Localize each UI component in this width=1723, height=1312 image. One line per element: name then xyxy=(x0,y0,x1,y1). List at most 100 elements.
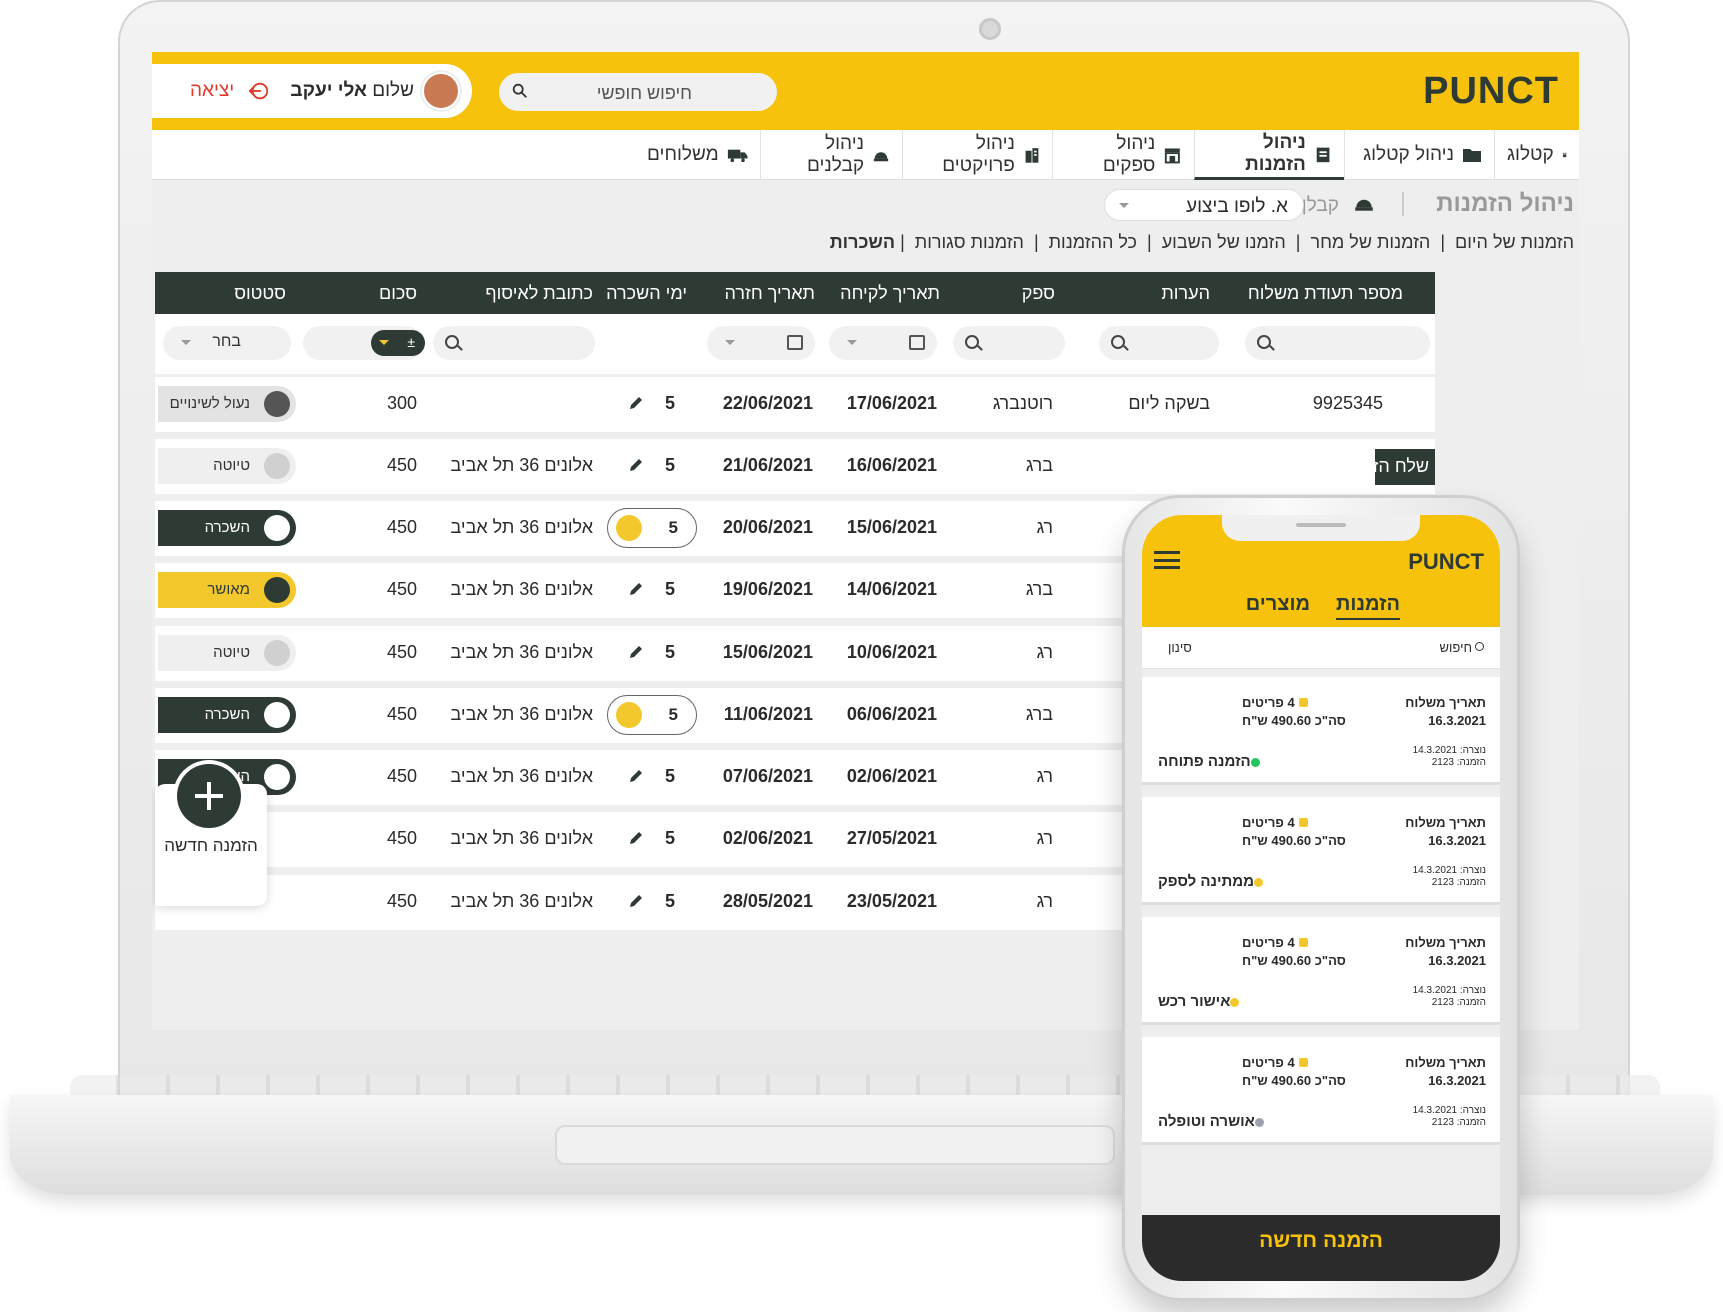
nav-label: ניהול הזמנות xyxy=(1245,131,1306,175)
nav-label: ניהול קבלנים xyxy=(806,133,865,176)
contractor-label: קבלן xyxy=(1301,195,1339,216)
filter-notes[interactable] xyxy=(1099,326,1219,360)
col-return-date[interactable]: תאריך חזרה xyxy=(725,283,815,304)
filter-return-date[interactable] xyxy=(707,326,815,360)
col-notes[interactable]: הערות xyxy=(1161,283,1210,304)
filter-rentals[interactable]: השכרות xyxy=(830,232,895,252)
col-pickup-date[interactable]: תאריך לקיחה xyxy=(840,283,940,304)
col-status[interactable]: סטטוס xyxy=(234,283,286,304)
table-row[interactable]: 9925345 בשקה ליום רוטנברג 17/06/2021 22/06/2… xyxy=(155,377,1435,432)
col-rental-days[interactable]: ימי השכרה xyxy=(606,283,687,304)
phone-search-button[interactable]: חיפוש xyxy=(1440,640,1472,655)
logout-icon[interactable] xyxy=(248,81,270,101)
tab-orders[interactable]: הזמנות xyxy=(1336,593,1400,620)
rental-days: 5 xyxy=(664,766,675,786)
nav-orders-management[interactable]: ניהול הזמנות xyxy=(1194,130,1344,180)
chevron-down-icon xyxy=(379,340,389,350)
status-badge[interactable]: טיוטה xyxy=(158,448,296,484)
nav-catalog[interactable]: קטלוג xyxy=(1494,130,1579,180)
nav-label: משלוחים xyxy=(647,144,719,165)
book-icon xyxy=(1562,152,1566,158)
tab-products[interactable]: מוצרים xyxy=(1246,593,1310,616)
nav-label: ניהול קטלוג xyxy=(1363,144,1454,165)
rental-days: 5 xyxy=(664,579,675,599)
chevron-down-icon xyxy=(725,340,735,350)
created-date: נוצרה: 14.3.2021 xyxy=(1412,1105,1486,1116)
sum: 450 xyxy=(386,455,417,475)
calendar-icon xyxy=(909,335,925,350)
status-label: השכרה xyxy=(204,706,250,723)
helmet-icon xyxy=(1355,199,1373,211)
supplier: רג xyxy=(1036,828,1053,848)
order-status: הזמנה פתוחה xyxy=(1158,753,1251,770)
search-icon xyxy=(1475,642,1484,651)
order-card[interactable]: תאריך משלוח 16.3.2021 4 פריטים סה"כ 490.60 … xyxy=(1142,797,1500,905)
nav-contractors-management[interactable]: ניהול קבלנים xyxy=(760,130,902,180)
col-pickup-address[interactable]: כתובת לאיסוף xyxy=(485,283,593,304)
order-card[interactable]: תאריך משלוח 16.3.2021 4 פריטים סה"כ 490.60 … xyxy=(1142,677,1500,785)
rental-days-toggle[interactable]: 5 xyxy=(607,508,697,548)
filter-all[interactable]: כל ההזמנות xyxy=(1044,232,1142,252)
filter-closed[interactable]: הזמנות סגורות xyxy=(910,232,1029,252)
menu-icon[interactable] xyxy=(1154,551,1180,569)
status-badge[interactable]: השכרה xyxy=(158,510,296,546)
pencil-icon[interactable] xyxy=(627,394,645,412)
filter-sum[interactable]: ± xyxy=(303,326,425,360)
sum: 450 xyxy=(386,766,417,786)
pencil-icon[interactable] xyxy=(627,580,645,598)
status-badge[interactable]: השכרה xyxy=(158,697,296,733)
return-date: 11/06/2021 xyxy=(723,704,813,724)
pencil-icon[interactable] xyxy=(627,456,645,474)
filter-week[interactable]: הזמנו של השבוע xyxy=(1157,232,1291,252)
punct-logo[interactable]: PUNCT xyxy=(1408,549,1484,575)
plus-icon[interactable] xyxy=(177,764,241,828)
logout-button[interactable]: יציאה xyxy=(190,80,234,102)
nav-deliveries[interactable]: משלוחים xyxy=(635,130,760,180)
status-badge[interactable]: נעול לשינויים xyxy=(158,386,296,422)
filter-status[interactable]: בחר xyxy=(163,326,291,360)
pencil-icon[interactable] xyxy=(627,829,645,847)
avatar[interactable] xyxy=(422,72,460,110)
row-action-tag[interactable]: שלח הז xyxy=(1373,449,1435,485)
supplier: רג xyxy=(1036,766,1053,786)
filter-today[interactable]: הזמנות של היום xyxy=(1450,232,1579,252)
nav-projects-management[interactable]: ניהול פרויקטים xyxy=(902,130,1052,180)
rental-days-toggle[interactable]: 5 xyxy=(607,695,697,735)
pickup-date: 16/06/2021 xyxy=(846,455,937,475)
table-row[interactable]: ברג 16/06/2021 21/06/2021 5 אלונים 36 תל אבי… xyxy=(155,439,1435,494)
filter-delivery-number[interactable] xyxy=(1245,326,1430,360)
filter-pickup-address[interactable] xyxy=(433,326,595,360)
nav-suppliers-management[interactable]: ניהול ספקים xyxy=(1052,130,1194,180)
status-badge[interactable]: טיוטה xyxy=(158,635,296,671)
col-delivery-number[interactable]: מספר תעודת משלוח xyxy=(1248,283,1403,304)
pencil-icon[interactable] xyxy=(627,892,645,910)
new-order-fab[interactable]: הזמנה חדשה xyxy=(155,764,267,906)
contractor-select[interactable]: א. לופו ביצוע xyxy=(1104,189,1304,221)
phone-filter-button[interactable]: סינון xyxy=(1168,640,1192,655)
new-order-button[interactable]: הזמנה חדשה xyxy=(1142,1215,1500,1281)
col-supplier[interactable]: ספק xyxy=(1022,283,1055,304)
order-status: אישור רכש xyxy=(1158,993,1231,1010)
sum-toggle[interactable]: ± xyxy=(371,330,425,356)
status-badge[interactable]: מאושר xyxy=(158,572,296,608)
nav-catalog-management[interactable]: ניהול קטלוג xyxy=(1344,130,1494,180)
status-icon xyxy=(264,764,290,790)
order-card[interactable]: תאריך משלוח 16.3.2021 4 פריטים סה"כ 490.60 … xyxy=(1142,1037,1500,1145)
items-count: 4 פריטים xyxy=(1242,1055,1295,1070)
items-count: 4 פריטים xyxy=(1242,815,1295,830)
pencil-icon[interactable] xyxy=(627,767,645,785)
search-input[interactable]: חיפוש חופשי xyxy=(499,73,777,111)
order-card[interactable]: תאריך משלוח 16.3.2021 4 פריטים סה"כ 490.60 … xyxy=(1142,917,1500,1025)
top-bar: PUNCT חיפוש חופשי שלום אלי יעקב יציאה xyxy=(152,52,1579,130)
search-placeholder: חיפוש חופשי xyxy=(596,83,692,103)
pickup-address: אלונים 36 תל אביב xyxy=(450,704,593,724)
filter-tomorrow[interactable]: הזמנות של מחר xyxy=(1305,232,1435,252)
filter-supplier[interactable] xyxy=(953,326,1065,360)
pencil-icon[interactable] xyxy=(627,643,645,661)
punct-logo[interactable]: PUNCT xyxy=(1423,70,1559,113)
pickup-address: אלונים 36 תל אביב xyxy=(450,828,593,848)
folder-icon xyxy=(1463,149,1481,162)
filter-pickup-date[interactable] xyxy=(829,326,937,360)
filter-separator: | xyxy=(1440,232,1445,252)
col-sum[interactable]: סכום xyxy=(379,283,417,304)
